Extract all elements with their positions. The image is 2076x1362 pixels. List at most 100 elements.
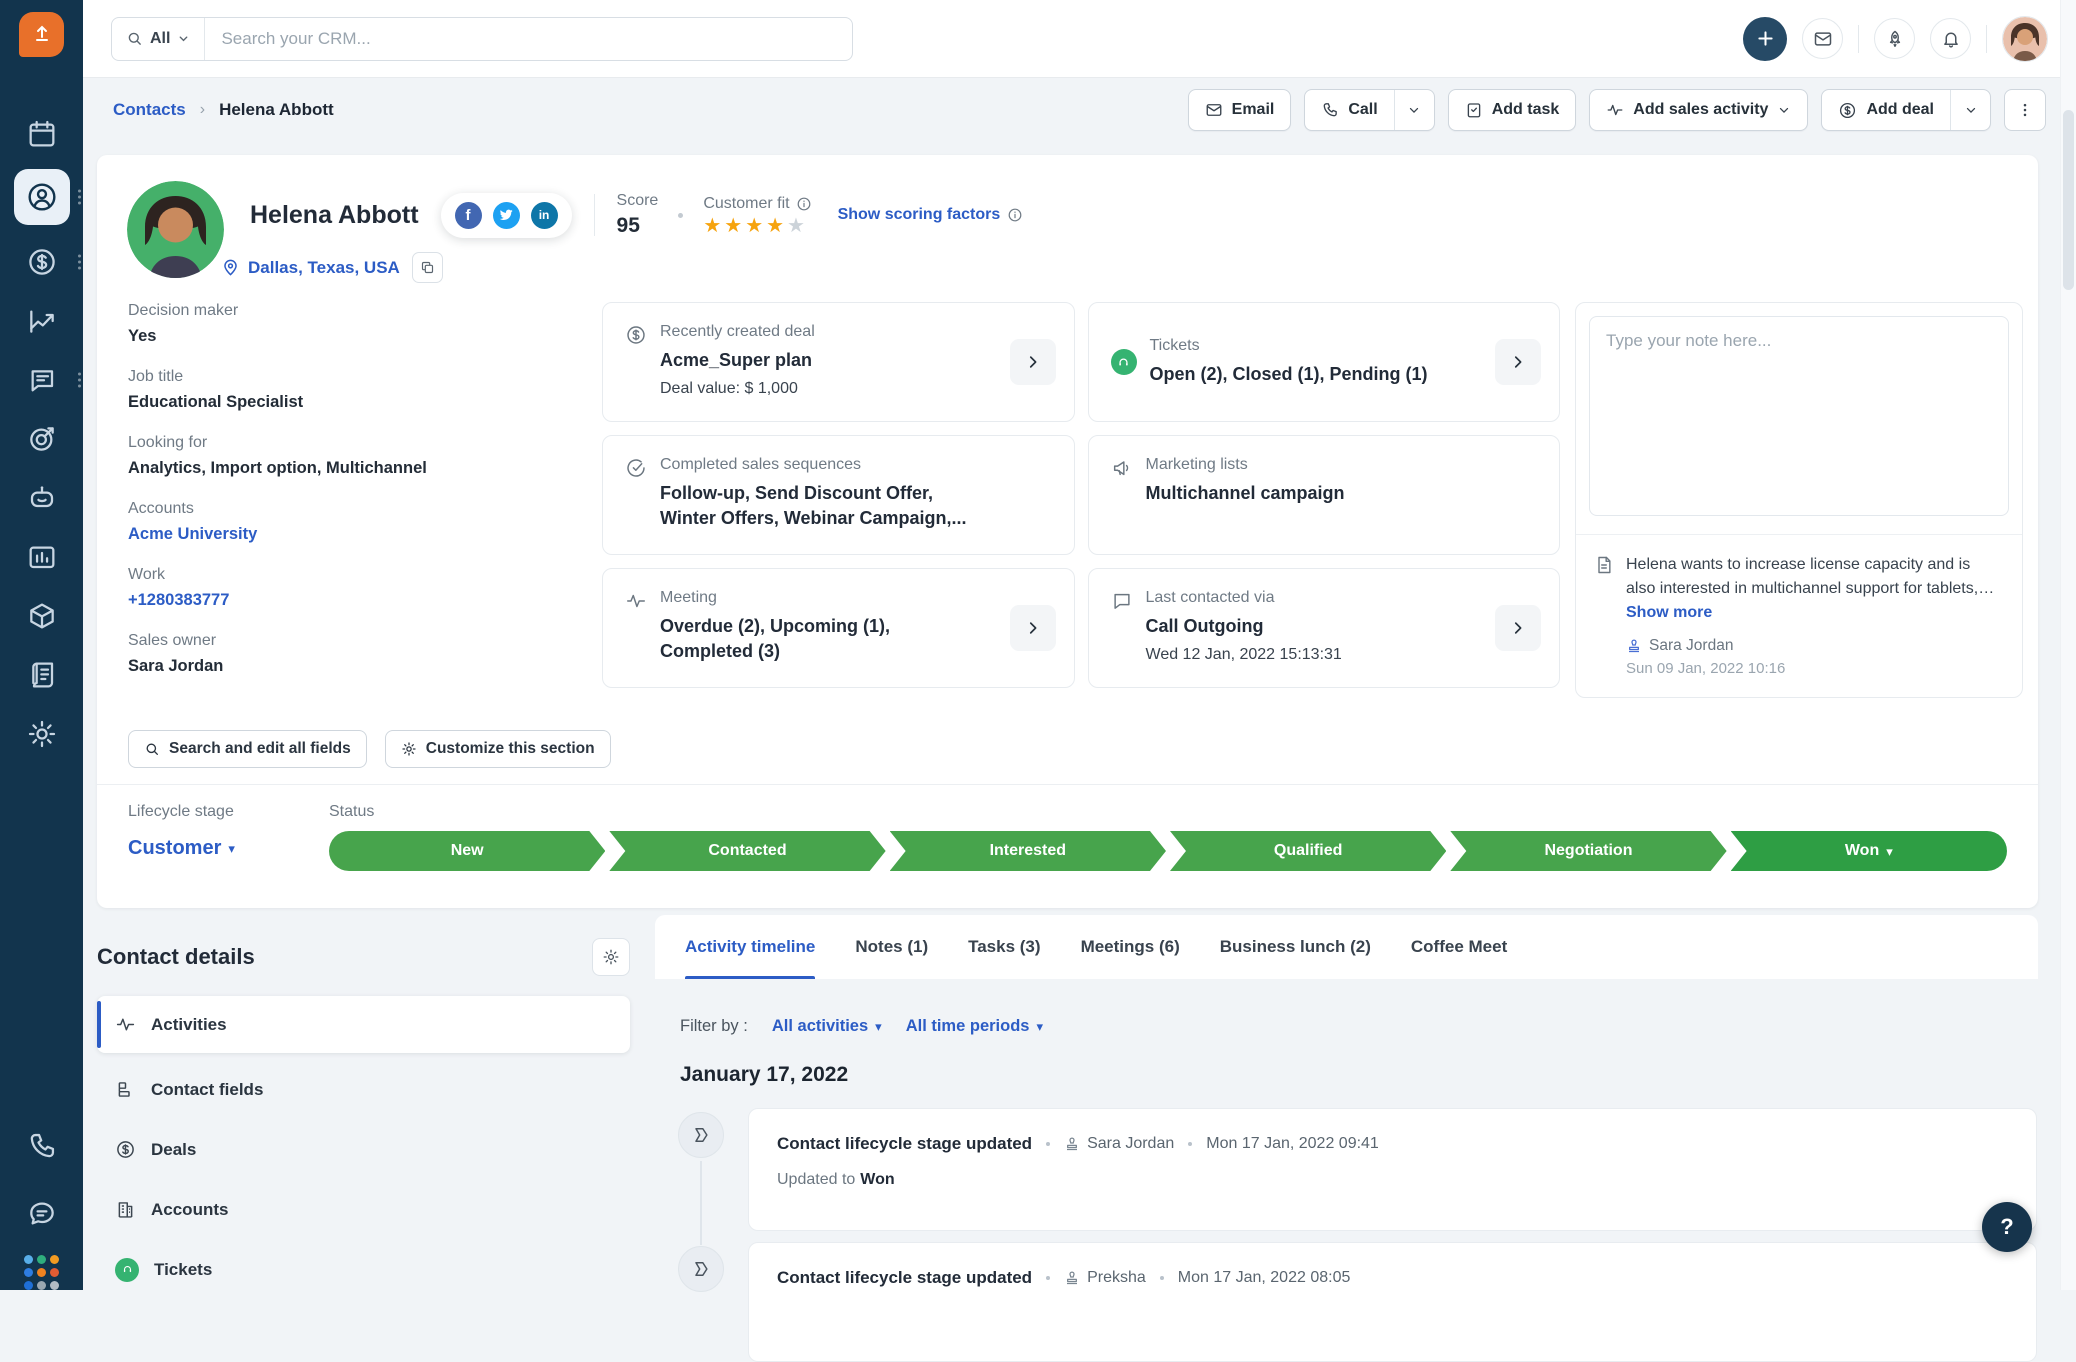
info-icon[interactable] [796,196,812,212]
help-button[interactable]: ? [1982,1202,2032,1252]
tab-meetings[interactable]: Meetings (6) [1081,915,1180,979]
add-task-button[interactable]: Add task [1447,89,1577,131]
sidebar-item-contact-fields[interactable]: Contact fields [97,1061,630,1118]
scrollbar-track[interactable] [2060,0,2076,1290]
stage-negotiation[interactable]: Negotiation [1450,831,1726,871]
facebook-icon[interactable]: f [454,201,482,229]
add-sales-activity-button[interactable]: Add sales activity [1589,89,1809,131]
sidebar-apps-switcher-icon[interactable] [0,1250,83,1294]
open-tickets-button[interactable] [1495,339,1541,385]
work-phone-link[interactable]: +1280383777 [128,591,229,609]
stage-won[interactable]: Won ▾ [1730,831,2007,871]
call-dropdown-caret[interactable] [1393,90,1434,130]
customize-section-button[interactable]: Customize this section [384,730,611,768]
sidebar-calendar-icon[interactable] [0,112,83,156]
add-deal-button[interactable]: Add deal [1822,90,1950,130]
search-scope-dropdown[interactable]: All [112,17,206,60]
search-scope-label: All [150,29,171,47]
divider [1858,24,1859,53]
sidebar-goals-icon[interactable] [0,417,83,461]
whats-new-button[interactable] [1874,18,1915,59]
tickets-card[interactable]: Tickets Open (2), Closed (1), Pending (1… [1087,302,1560,422]
call-button[interactable]: Call [1305,90,1393,130]
account-link[interactable]: Acme University [128,525,257,543]
freshworks-logo-icon[interactable] [19,12,64,57]
sidebar-settings-icon[interactable] [0,712,83,756]
contact-avatar[interactable] [127,181,224,278]
caret-down-icon: ▾ [1036,1019,1043,1034]
chevron-right-icon [1514,356,1522,368]
open-last-contacted-button[interactable] [1495,605,1541,651]
breadcrumb-contacts-link[interactable]: Contacts [113,100,186,120]
sidebar-item-tickets[interactable]: Tickets [97,1241,630,1298]
record-tabs: Activity timeline Notes (1) Tasks (3) Me… [655,915,2038,979]
notifications-button[interactable] [1930,18,1971,59]
note-input[interactable] [1589,316,2009,516]
sidebar-bot-icon[interactable] [0,476,83,520]
summary-cards-grid: Recently created deal Acme_Super plan De… [602,302,1560,688]
sidebar-phone-icon[interactable] [0,1124,83,1168]
sidebar-conversations-icon[interactable] [0,358,83,402]
user-avatar[interactable] [2002,15,2048,62]
show-scoring-factors-link[interactable]: Show scoring factors [838,206,1024,224]
tab-activity-timeline[interactable]: Activity timeline [685,915,816,979]
stage-contacted[interactable]: Contacted [609,831,885,871]
sidebar-item-accounts[interactable]: Accounts [97,1181,630,1238]
scrollbar-thumb[interactable] [2063,110,2074,290]
email-button[interactable]: Email [1187,89,1292,131]
show-more-link[interactable]: Show more [1626,604,1712,622]
tab-business-lunch[interactable]: Business lunch (2) [1220,915,1371,979]
tab-coffee-meet[interactable]: Coffee Meet [1411,915,1507,979]
last-contacted-card[interactable]: Last contacted via Call Outgoing Wed 12 … [1087,568,1560,688]
quick-fields: Decision maker Yes Job title Educational… [128,302,473,698]
sidebar-documents-icon[interactable] [0,653,83,697]
stage-qualified[interactable]: Qualified [1170,831,1446,871]
sales-sequences-card[interactable]: Completed sales sequences Follow-up, Sen… [602,435,1075,555]
search-input[interactable] [205,28,852,49]
lifecycle-stage-dropdown[interactable]: Customer ▾ [128,837,235,860]
add-deal-split-button: Add deal [1821,89,1991,131]
contact-location-link[interactable]: Dallas, Texas, USA [248,258,400,278]
meeting-card[interactable]: Meeting Overdue (2), Upcoming (1), Compl… [602,568,1075,688]
copy-address-button[interactable] [411,252,443,283]
twitter-icon[interactable] [492,201,520,229]
search-edit-fields-button[interactable]: Search and edit all fields [128,730,367,768]
open-deal-button[interactable] [1009,339,1056,385]
sidebar-pipeline-chart-icon[interactable] [0,299,83,343]
stage-new[interactable]: New [329,831,605,871]
sidebar-item-deals[interactable]: Deals [97,1121,630,1178]
tab-notes[interactable]: Notes (1) [855,915,928,979]
dot-separator [1188,1142,1193,1146]
customer-fit-label: Customer fit [703,194,790,212]
email-inbox-button[interactable] [1802,18,1843,59]
sidebar-contacts-icon[interactable] [0,168,83,226]
contact-details-settings-button[interactable] [592,938,630,976]
sidebar-item-activities[interactable]: Activities [97,996,630,1053]
record-action-bar: Email Call Add task Add sales activity A… [1187,89,2046,131]
caret-down-icon: ▾ [875,1019,882,1034]
grip-dots [78,189,81,205]
dot-separator [1046,1142,1051,1146]
sidebar-chat-icon[interactable] [0,1192,83,1236]
tab-tasks[interactable]: Tasks (3) [968,915,1040,979]
add-deal-dropdown-caret[interactable] [1950,90,1990,130]
contact-details-title: Contact details [97,944,255,969]
activity-pulse-icon [116,1018,135,1031]
filter-periods-dropdown[interactable]: All time periods ▾ [906,1017,1043,1036]
sidebar-deals-icon[interactable] [0,240,83,284]
marketing-lists-card[interactable]: Marketing lists Multichannel campaign [1087,435,1560,555]
more-actions-button[interactable] [2004,89,2046,131]
topbar: All [83,0,2076,78]
filter-activities-dropdown[interactable]: All activities ▾ [772,1017,882,1036]
sidebar-analytics-icon[interactable] [0,535,83,579]
note-timestamp: Sun 09 Jan, 2022 10:16 [1626,660,1786,677]
open-meetings-button[interactable] [1009,605,1056,651]
stage-interested[interactable]: Interested [890,831,1166,871]
gear-icon [603,949,619,965]
sidebar-products-icon[interactable] [0,594,83,638]
recent-deal-card[interactable]: Recently created deal Acme_Super plan De… [602,302,1075,422]
caret-down-icon: ▾ [1886,843,1893,859]
stamp-icon [1067,1271,1078,1285]
quick-add-button[interactable] [1743,16,1787,61]
linkedin-icon[interactable]: in [530,201,558,229]
